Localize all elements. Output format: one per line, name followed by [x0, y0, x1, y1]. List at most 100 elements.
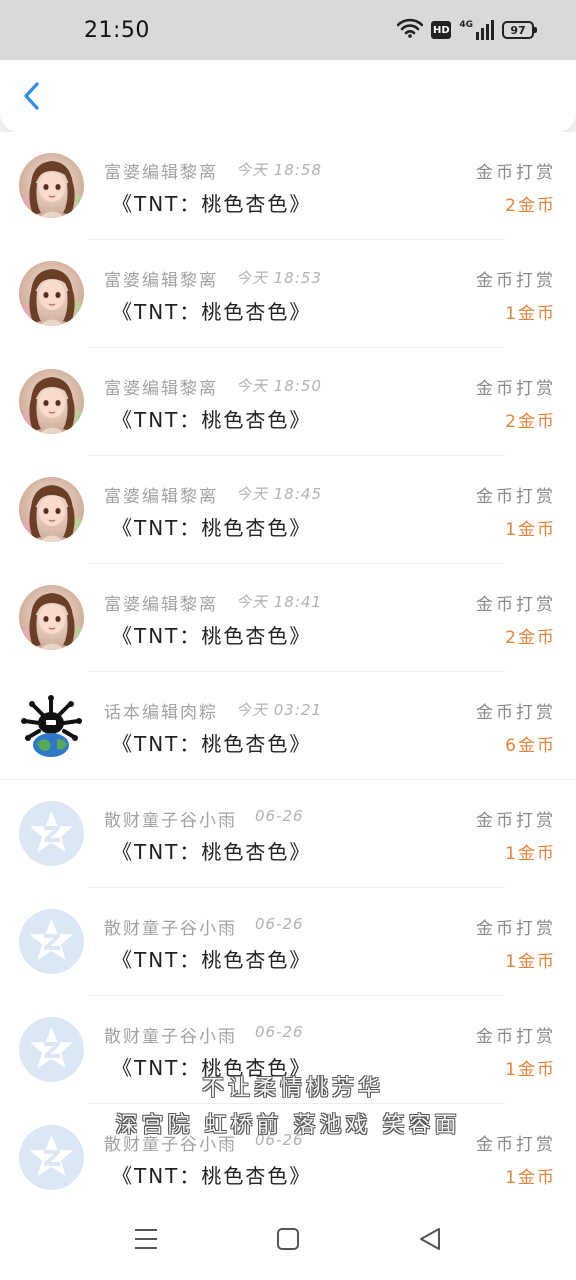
- list-item[interactable]: 散财童子谷小雨 06-26 《TNT：桃色杏色》 金币打赏 1金币: [0, 888, 576, 996]
- avatar[interactable]: [19, 585, 84, 650]
- reward-type: 金币打赏: [476, 163, 556, 183]
- timestamp: 06-26: [255, 1131, 304, 1149]
- timestamp: 06-26: [255, 807, 304, 825]
- timestamp: 今天 03:21: [236, 701, 322, 719]
- record-header: 富婆编辑黎离 今天 18:50: [104, 374, 322, 399]
- book-title[interactable]: 《TNT：桃色杏色》: [112, 296, 311, 325]
- list-item[interactable]: 散财童子谷小雨 06-26 《TNT：桃色杏色》 金币打赏 1金币: [0, 996, 576, 1104]
- avatar[interactable]: [19, 261, 84, 326]
- timestamp: 今天 18:50: [236, 377, 322, 395]
- list-item[interactable]: 富婆编辑黎离 今天 18:50 《TNT：桃色杏色》 金币打赏 2金币: [0, 348, 576, 456]
- username[interactable]: 散财童子谷小雨: [104, 1130, 237, 1155]
- reward-type: 金币打赏: [476, 1135, 556, 1155]
- book-title[interactable]: 《TNT：桃色杏色》: [112, 512, 311, 541]
- record-header: 富婆编辑黎离 今天 18:41: [104, 590, 322, 615]
- timestamp: 06-26: [255, 915, 304, 933]
- nav-bar: [0, 60, 576, 132]
- username[interactable]: 散财童子谷小雨: [104, 914, 237, 939]
- avatar[interactable]: [19, 153, 84, 218]
- record-header: 话本编辑肉粽 今天 03:21: [104, 698, 322, 723]
- avatar[interactable]: [19, 801, 84, 866]
- username[interactable]: 富婆编辑黎离: [104, 590, 218, 615]
- avatar[interactable]: [19, 1017, 84, 1082]
- username[interactable]: 富婆编辑黎离: [104, 158, 218, 183]
- hd-icon: HD: [431, 21, 452, 39]
- reward-record-list[interactable]: 富婆编辑黎离 今天 18:58 《TNT：桃色杏色》 金币打赏 2金币 富婆编辑黎离 今天 …: [0, 132, 576, 1197]
- battery-level: 97: [510, 23, 526, 37]
- network-type-label: 4G: [459, 20, 473, 30]
- username[interactable]: 富婆编辑黎离: [104, 374, 218, 399]
- signal-icon: 4G: [459, 20, 494, 40]
- battery-icon: 97: [502, 21, 537, 39]
- reward-amount: 1金币: [505, 520, 556, 540]
- reward-type: 金币打赏: [476, 487, 556, 507]
- timestamp: 今天 18:58: [236, 161, 322, 179]
- book-title[interactable]: 《TNT：桃色杏色》: [112, 620, 311, 649]
- reward-amount: 2金币: [505, 196, 556, 216]
- reward-amount: 2金币: [505, 628, 556, 648]
- list-item[interactable]: 富婆编辑黎离 今天 18:53 《TNT：桃色杏色》 金币打赏 1金币: [0, 240, 576, 348]
- list-item[interactable]: 富婆编辑黎离 今天 18:45 《TNT：桃色杏色》 金币打赏 1金币: [0, 456, 576, 564]
- reward-amount: 1金币: [505, 304, 556, 324]
- record-header: 富婆编辑黎离 今天 18:45: [104, 482, 322, 507]
- list-item[interactable]: 散财童子谷小雨 06-26 《TNT：桃色杏色》 金币打赏 1金币: [0, 780, 576, 888]
- avatar[interactable]: [19, 1125, 84, 1190]
- record-header: 散财童子谷小雨 06-26: [104, 914, 304, 939]
- list-item[interactable]: 散财童子谷小雨 06-26 《TNT：桃色杏色》 金币打赏 1金币: [0, 1104, 576, 1197]
- menu-icon: [135, 1228, 157, 1249]
- record-header: 富婆编辑黎离 今天 18:53: [104, 266, 322, 291]
- reward-amount: 1金币: [505, 1168, 556, 1188]
- menu-button[interactable]: [131, 1224, 161, 1254]
- home-button[interactable]: [273, 1224, 303, 1254]
- book-title[interactable]: 《TNT：桃色杏色》: [112, 728, 311, 757]
- reward-amount: 2金币: [505, 412, 556, 432]
- timestamp: 今天 18:53: [236, 269, 322, 287]
- reward-type: 金币打赏: [476, 595, 556, 615]
- username[interactable]: 话本编辑肉粽: [104, 698, 218, 723]
- username[interactable]: 散财童子谷小雨: [104, 1022, 237, 1047]
- system-navigation-bar: [0, 1197, 576, 1280]
- username[interactable]: 富婆编辑黎离: [104, 266, 218, 291]
- book-title[interactable]: 《TNT：桃色杏色》: [112, 1052, 311, 1081]
- reward-amount: 6金币: [505, 736, 556, 756]
- reward-amount: 1金币: [505, 1060, 556, 1080]
- book-title[interactable]: 《TNT：桃色杏色》: [112, 404, 311, 433]
- list-item[interactable]: 富婆编辑黎离 今天 18:41 《TNT：桃色杏色》 金币打赏 2金币: [0, 564, 576, 672]
- timestamp: 06-26: [255, 1023, 304, 1041]
- avatar[interactable]: [19, 369, 84, 434]
- home-square-icon: [277, 1227, 299, 1250]
- book-title[interactable]: 《TNT：桃色杏色》: [112, 1160, 311, 1189]
- status-bar: 21:50 HD 4G 97: [0, 0, 576, 60]
- reward-amount: 1金币: [505, 844, 556, 864]
- back-button[interactable]: [14, 78, 50, 114]
- book-title[interactable]: 《TNT：桃色杏色》: [112, 188, 311, 217]
- book-title[interactable]: 《TNT：桃色杏色》: [112, 944, 311, 973]
- back-nav-button[interactable]: [415, 1224, 445, 1254]
- timestamp: 今天 18:45: [236, 485, 322, 503]
- username[interactable]: 散财童子谷小雨: [104, 806, 237, 831]
- list-item[interactable]: 富婆编辑黎离 今天 18:58 《TNT：桃色杏色》 金币打赏 2金币: [0, 132, 576, 240]
- avatar[interactable]: [19, 909, 84, 974]
- status-time: 21:50: [84, 17, 150, 43]
- reward-type: 金币打赏: [476, 811, 556, 831]
- reward-type: 金币打赏: [476, 379, 556, 399]
- list-item[interactable]: 话本编辑肉粽 今天 03:21 《TNT：桃色杏色》 金币打赏 6金币: [0, 672, 576, 780]
- avatar[interactable]: [19, 693, 84, 758]
- username[interactable]: 富婆编辑黎离: [104, 482, 218, 507]
- record-header: 富婆编辑黎离 今天 18:58: [104, 158, 322, 183]
- record-header: 散财童子谷小雨 06-26: [104, 806, 304, 831]
- record-header: 散财童子谷小雨 06-26: [104, 1130, 304, 1155]
- back-triangle-icon: [420, 1227, 440, 1250]
- reward-amount: 1金币: [505, 952, 556, 972]
- status-icons: HD 4G 97: [397, 18, 537, 42]
- avatar[interactable]: [19, 477, 84, 542]
- reward-type: 金币打赏: [476, 703, 556, 723]
- reward-type: 金币打赏: [476, 919, 556, 939]
- timestamp: 今天 18:41: [236, 593, 322, 611]
- reward-type: 金币打赏: [476, 271, 556, 291]
- chevron-left-icon: [24, 82, 39, 110]
- book-title[interactable]: 《TNT：桃色杏色》: [112, 836, 311, 865]
- record-header: 散财童子谷小雨 06-26: [104, 1022, 304, 1047]
- reward-type: 金币打赏: [476, 1027, 556, 1047]
- wifi-icon: [397, 18, 424, 42]
